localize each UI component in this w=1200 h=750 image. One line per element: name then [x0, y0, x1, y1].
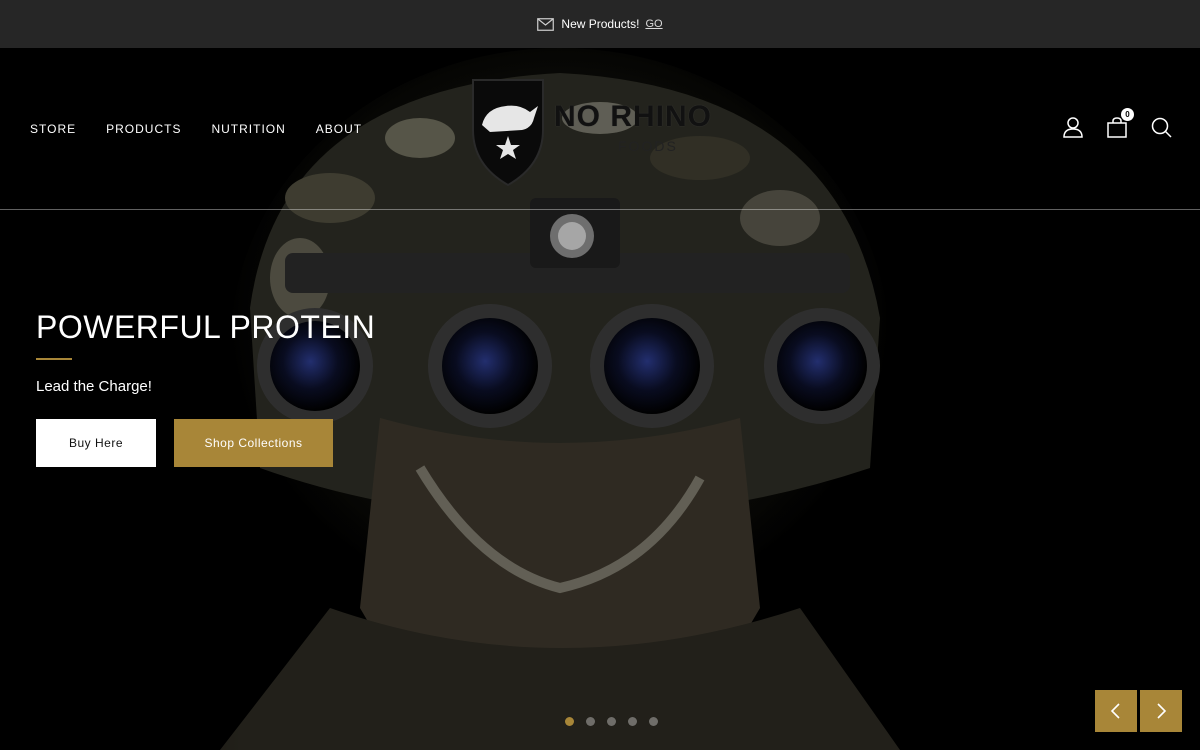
main-nav: STORE PRODUCTS NUTRITION ABOUT	[30, 122, 362, 136]
nav-item-products[interactable]: PRODUCTS	[106, 122, 181, 136]
prev-slide-button[interactable]	[1095, 690, 1137, 732]
next-slide-button[interactable]	[1140, 690, 1182, 732]
slide-subtitle: Lead the Charge!	[36, 378, 152, 395]
slide-dot[interactable]	[649, 717, 658, 726]
bag-icon[interactable]: 0	[1106, 108, 1134, 138]
slide-dot[interactable]	[607, 717, 616, 726]
logo-subtext: FOODS	[618, 138, 678, 154]
slide-title: POWERFUL PROTEIN	[36, 309, 376, 345]
logo-wordmark: NO RHINO	[554, 100, 712, 133]
announcement-text: New Products!	[561, 17, 640, 31]
shop-collections-button[interactable]: Shop Collections	[174, 419, 333, 467]
cart-count-badge: 0	[1121, 108, 1134, 121]
announcement-bar: New Products! GO	[0, 0, 1200, 48]
slide-dot[interactable]	[565, 717, 574, 726]
nav-item-store[interactable]: STORE	[30, 122, 76, 136]
user-icon[interactable]	[1062, 116, 1084, 138]
chevron-right-icon	[1157, 703, 1167, 719]
slide-arrows	[1095, 690, 1182, 732]
nav-item-about[interactable]: ABOUT	[316, 122, 362, 136]
nav-item-nutrition[interactable]: NUTRITION	[211, 122, 285, 136]
site-logo[interactable]: NO RHINO FOODS	[468, 70, 728, 190]
chevron-left-icon	[1110, 703, 1120, 719]
slide-content: POWERFUL PROTEIN Lead the Charge! Buy He…	[36, 308, 375, 467]
site-header: STORE PRODUCTS NUTRITION ABOUT NO RHINO …	[0, 48, 1200, 210]
header-icons: 0	[1062, 108, 1172, 138]
search-icon[interactable]	[1150, 116, 1172, 138]
rhino-shield-icon	[472, 79, 544, 187]
title-divider	[36, 358, 72, 360]
announcement-go-link[interactable]: GO	[645, 18, 662, 30]
slide-dot[interactable]	[586, 717, 595, 726]
slide-dots	[565, 717, 658, 726]
buy-here-button[interactable]: Buy Here	[36, 419, 156, 467]
mail-icon	[537, 17, 555, 31]
slide-dot[interactable]	[628, 717, 637, 726]
slide-buttons: Buy Here Shop Collections	[36, 419, 375, 467]
